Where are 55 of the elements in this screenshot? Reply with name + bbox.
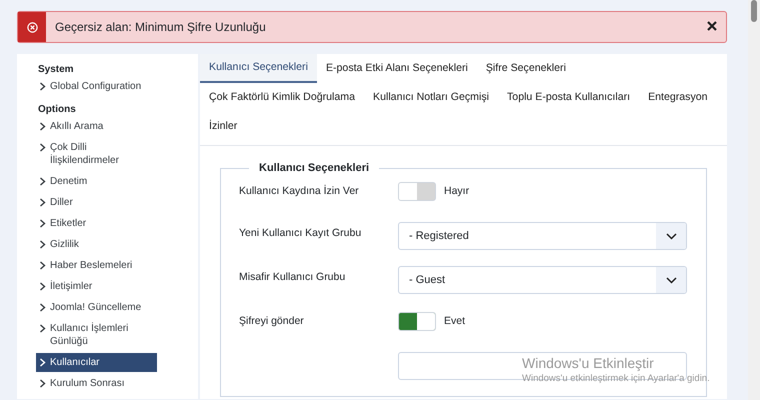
close-icon bbox=[707, 21, 717, 31]
sidebar-item[interactable]: İletişimler bbox=[38, 277, 157, 296]
toggle-value: Evet bbox=[444, 315, 466, 327]
toggle-switch[interactable] bbox=[398, 312, 436, 331]
tab[interactable]: Çok Faktörlü Kimlik Doğrulama bbox=[200, 83, 364, 112]
field-label: Kullanıcı Kaydına İzin Ver bbox=[239, 184, 360, 197]
tab[interactable]: Kullanıcı Notları Geçmişi bbox=[364, 83, 498, 112]
section-heading: Options bbox=[38, 104, 77, 115]
chevron-down-icon bbox=[666, 276, 676, 284]
toggle-switch[interactable] bbox=[398, 182, 436, 201]
sidebar-item[interactable]: Çok Dilli İlişkilendirmeler bbox=[38, 138, 157, 170]
chevron-icon bbox=[39, 261, 46, 270]
alert-message: Geçersiz alan: Minimum Şifre Uzunluğu bbox=[54, 20, 267, 34]
chevron-icon bbox=[39, 240, 46, 249]
sidebar-item[interactable]: Kullanıcı İşlemleri Günlüğü bbox=[38, 319, 157, 351]
chevron-icon bbox=[39, 358, 46, 367]
sidebar-item[interactable]: Etiketler bbox=[38, 214, 157, 233]
sidebar-item[interactable]: Global Configuration bbox=[38, 77, 157, 96]
chevron-icon bbox=[39, 282, 46, 291]
select-field[interactable]: - Registered bbox=[398, 222, 687, 250]
tab[interactable]: İzinler bbox=[200, 112, 246, 141]
chevron-down-icon bbox=[666, 232, 676, 240]
tab[interactable]: E-posta Etki Alanı Seçenekleri bbox=[316, 54, 477, 83]
chevron-icon bbox=[39, 219, 46, 228]
tab[interactable]: Toplu E-posta Kullanıcıları bbox=[498, 83, 640, 112]
sidebar-item[interactable]: Gizlilik bbox=[38, 235, 157, 254]
chevron-icon bbox=[39, 177, 46, 186]
sidebar-item[interactable]: Akıllı Arama bbox=[38, 117, 157, 136]
chevron-icon bbox=[39, 122, 46, 131]
sidebar-item[interactable]: Kullanıcılar bbox=[36, 353, 157, 372]
tab[interactable]: Kullanıcı Seçenekleri bbox=[200, 54, 317, 83]
sidebar-item[interactable]: Denetim bbox=[38, 172, 157, 191]
toggle-value: Hayır bbox=[444, 185, 470, 197]
tab[interactable]: Entegrasyon bbox=[639, 83, 717, 112]
section-heading: System bbox=[38, 64, 75, 75]
activation-notice-text: Windows'u etkinleştirmek için Ayarlar'a gidin. bbox=[522, 373, 710, 384]
chevron-icon bbox=[39, 198, 46, 207]
field-label: Şifreyi gönder bbox=[239, 314, 305, 327]
activation-notice-title: Windows'u Etkinleştir bbox=[522, 355, 655, 371]
chevron-icon bbox=[39, 143, 46, 152]
tab[interactable]: Şifre Seçenekleri bbox=[476, 54, 575, 83]
chevron-icon bbox=[39, 303, 46, 312]
chevron-icon bbox=[39, 82, 46, 91]
chevron-icon bbox=[39, 379, 46, 388]
scrollbar[interactable] bbox=[748, 0, 760, 400]
chevron-icon bbox=[39, 324, 46, 333]
field-label: Yeni Kullanıcı Kayıt Grubu bbox=[239, 226, 362, 239]
error-icon bbox=[26, 22, 38, 32]
fieldset-legend: Kullanıcı Seçenekleri bbox=[249, 162, 380, 174]
sidebar-item[interactable]: Diller bbox=[38, 193, 157, 212]
sidebar-item[interactable]: Haber Beslemeleri bbox=[38, 256, 157, 275]
select-field[interactable]: - Guest bbox=[398, 266, 687, 294]
sidebar-item[interactable]: Kurulum Sonrası bbox=[38, 374, 157, 393]
field-label: Misafir Kullanıcı Grubu bbox=[239, 270, 346, 283]
sidebar-item[interactable]: Joomla! Güncelleme bbox=[38, 298, 157, 317]
